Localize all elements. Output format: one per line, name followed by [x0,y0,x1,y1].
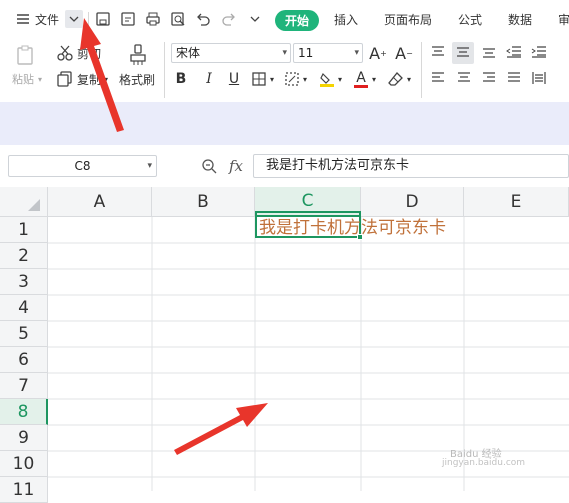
row-header-10[interactable]: 10 [0,451,48,477]
font-size-value: 11 [298,46,314,60]
row-header-7[interactable]: 7 [0,373,48,399]
decrease-indent-icon[interactable] [506,44,522,60]
row-header-4[interactable]: 4 [0,295,48,321]
increase-indent-icon[interactable] [531,44,547,60]
row-header-5[interactable]: 5 [0,321,48,347]
underline-icon[interactable]: U [225,70,243,88]
divider [164,42,165,98]
column-header-a[interactable]: A [48,187,152,217]
tab-review[interactable]: 审 [558,12,569,28]
formula-bar: C8 ▾ fx 我是打卡机方法可京东卡 [0,145,569,187]
increase-font-size-icon[interactable]: A + [368,43,388,63]
copy-button[interactable]: 复制 [77,73,101,87]
chevron-down-icon[interactable] [65,10,83,28]
column-header-d[interactable]: D [361,187,464,217]
align-right-icon[interactable] [481,70,497,86]
zoom-icon[interactable] [201,158,217,174]
font-color-icon[interactable]: A [352,69,370,89]
name-box[interactable]: C8 ▾ [8,155,157,177]
export-pdf-icon[interactable] [119,10,137,28]
undo-icon[interactable] [194,10,212,28]
tab-formulas[interactable]: 公式 [458,12,482,28]
row-header-2[interactable]: 2 [0,243,48,269]
paste-button[interactable]: 粘贴 [12,73,34,87]
paste-dropdown-icon[interactable]: ▾ [38,73,42,87]
row-header-3[interactable]: 3 [0,269,48,295]
copy-dropdown-icon[interactable]: ▾ [104,73,108,87]
formula-input[interactable]: 我是打卡机方法可京东卡 [253,154,569,178]
font-color-dropdown-icon[interactable]: ▾ [372,73,376,87]
bold-icon[interactable]: B [172,70,190,88]
justify-icon[interactable] [506,70,522,86]
font-name-select[interactable]: 宋体 ▾ [171,43,291,63]
name-box-value: C8 [74,159,91,173]
font-name-value: 宋体 [176,46,201,60]
chevron-down-icon: ▾ [147,161,152,171]
format-painter-icon [125,42,151,68]
tab-insert[interactable]: 插入 [334,12,358,28]
column-header-e[interactable]: E [464,187,569,217]
ribbon-spacer [0,102,569,145]
scissors-icon [56,44,74,62]
fill-color-dropdown-icon[interactable]: ▾ [338,73,342,87]
ribbon-home: 粘贴 ▾ 剪切 复制 ▾ 格式刷 宋体 ▾ 11 ▾ A + A − B I U ▾… [0,40,569,102]
tab-home[interactable]: 开始 [275,10,319,31]
copy-icon [56,70,74,88]
row-header-8[interactable]: 8 [0,399,48,425]
decrease-font-size-icon[interactable]: A − [394,43,414,63]
menu-bar: 文件 开始 插入 页面布局 公式 数据 审 [0,0,569,40]
watermark-url: jingyan.baidu.com [442,458,526,468]
chevron-down-icon: ▾ [354,48,359,58]
eraser-dropdown-icon[interactable]: ▾ [407,73,411,87]
row-header-1[interactable]: 1 [0,217,48,243]
row-header-9[interactable]: 9 [0,425,48,451]
italic-icon[interactable]: I [200,70,218,88]
save-icon[interactable] [94,10,112,28]
row-header-6[interactable]: 6 [0,347,48,373]
borders-icon[interactable] [250,70,268,88]
chevron-down-icon: ▾ [282,48,287,58]
hamburger-menu-icon[interactable] [14,10,32,28]
redo-icon[interactable] [220,10,238,28]
column-header-b[interactable]: B [152,187,255,217]
eraser-icon[interactable] [387,70,405,88]
print-icon[interactable] [144,10,162,28]
row-header-11[interactable]: 11 [0,477,48,503]
fill-pattern-icon[interactable] [283,70,301,88]
align-bottom-icon[interactable] [481,44,497,60]
align-middle-icon[interactable] [452,42,474,64]
customize-toolbar-icon[interactable] [246,10,264,28]
tab-data[interactable]: 数据 [508,12,532,28]
insert-function-button[interactable]: fx [229,157,243,175]
fill-color-icon[interactable] [318,70,336,88]
font-size-select[interactable]: 11 ▾ [293,43,363,63]
cell-c8-text: 我是打卡机方法可京东卡 [259,218,446,238]
tab-page-layout[interactable]: 页面布局 [384,12,432,28]
distributed-align-icon[interactable] [531,70,547,86]
print-preview-icon[interactable] [169,10,187,28]
borders-dropdown-icon[interactable]: ▾ [270,73,274,87]
file-menu[interactable]: 文件 [35,12,59,28]
fill-pattern-dropdown-icon[interactable]: ▾ [303,73,307,87]
select-all-button[interactable] [0,187,48,217]
align-left-icon[interactable] [430,70,446,86]
divider [88,12,89,28]
align-center-icon[interactable] [456,70,472,86]
align-top-icon[interactable] [430,44,446,60]
divider [421,42,422,98]
paste-icon [12,42,38,68]
cut-button[interactable]: 剪切 [77,47,101,61]
format-painter-button[interactable]: 格式刷 [119,73,155,87]
